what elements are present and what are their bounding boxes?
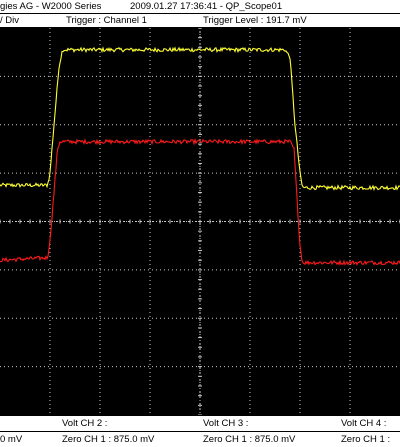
- oscilloscope-screen: gies AG - W2000 Series 2009.01.27 17:36:…: [0, 0, 400, 447]
- device-name: gies AG - W2000 Series: [0, 1, 102, 12]
- zero-value-left: 0 mV: [0, 434, 23, 445]
- volt-ch4-label: Volt CH 4 :: [341, 418, 387, 429]
- waveform-plot: [0, 28, 400, 415]
- footer-row-2: 0 mV Zero CH 1 : 875.0 mV Zero CH 1 : 87…: [0, 432, 400, 447]
- volt-ch2-label: Volt CH 2 :: [62, 418, 108, 429]
- trigger-source: Trigger : Channel 1: [66, 15, 147, 26]
- header-row-2: / Div Trigger : Channel 1 Trigger Level …: [0, 14, 400, 27]
- header-row-1: gies AG - W2000 Series 2009.01.27 17:36:…: [0, 0, 400, 13]
- zero-ch1-value: Zero CH 1 :: [341, 434, 391, 445]
- volt-ch3-label: Volt CH 3 :: [203, 418, 249, 429]
- zero-ch1-value: Zero CH 1 : 875.0 mV: [62, 434, 155, 445]
- footer-row-1: Volt CH 2 : Volt CH 3 : Volt CH 4 :: [0, 416, 400, 431]
- capture-timestamp: 2009.01.27 17:36:41 - QP_Scope01: [130, 1, 283, 12]
- trigger-level: Trigger Level : 191.7 mV: [203, 15, 307, 26]
- scale-per-div: / Div: [0, 15, 19, 26]
- zero-ch1-value: Zero CH 1 : 875.0 mV: [203, 434, 296, 445]
